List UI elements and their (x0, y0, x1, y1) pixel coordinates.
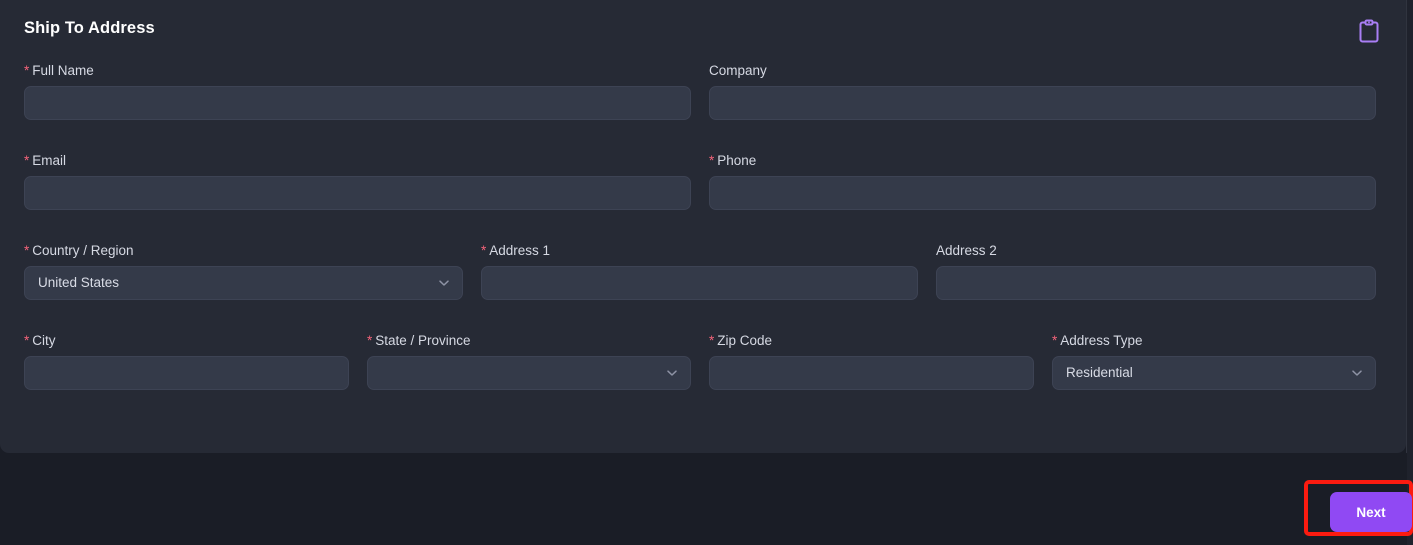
required-asterisk: * (24, 243, 29, 258)
form-footer: Next (0, 453, 1406, 545)
form-row-3: *Country / Region United States *Address… (0, 242, 1406, 332)
field-address-2: Address 2 (936, 242, 1376, 300)
next-button[interactable]: Next (1330, 492, 1412, 532)
field-state-province: *State / Province (367, 332, 691, 390)
field-country-region: *Country / Region United States (24, 242, 463, 300)
input-address-1[interactable] (481, 266, 918, 300)
label-text: Zip Code (717, 333, 772, 348)
input-company[interactable] (709, 86, 1376, 120)
form-row-2: *Email *Phone (0, 152, 1406, 242)
input-email[interactable] (24, 176, 691, 210)
required-asterisk: * (24, 153, 29, 168)
label-text: City (32, 333, 55, 348)
select-value: Residential (1053, 357, 1133, 389)
required-asterisk: * (24, 333, 29, 348)
chevron-down-icon (437, 276, 451, 290)
field-company: Company (709, 62, 1376, 120)
label-zip-code: *Zip Code (709, 332, 1034, 350)
chevron-down-icon (665, 366, 679, 380)
label-city: *City (24, 332, 349, 350)
field-city: *City (24, 332, 349, 390)
label-text: Company (709, 63, 767, 78)
label-text: Address 2 (936, 243, 997, 258)
page-right-gutter (1407, 0, 1413, 545)
input-city[interactable] (24, 356, 349, 390)
input-phone[interactable] (709, 176, 1376, 210)
input-zip-code[interactable] (709, 356, 1034, 390)
input-address-2[interactable] (936, 266, 1376, 300)
label-text: Email (32, 153, 66, 168)
label-email: *Email (24, 152, 691, 170)
select-state-province[interactable] (367, 356, 691, 390)
label-phone: *Phone (709, 152, 1376, 170)
label-full-name: *Full Name (24, 62, 691, 80)
field-phone: *Phone (709, 152, 1376, 210)
field-email: *Email (24, 152, 691, 210)
label-text: Address Type (1060, 333, 1142, 348)
page-title: Ship To Address (24, 16, 1382, 40)
label-address-type: *Address Type (1052, 332, 1376, 350)
label-address-1: *Address 1 (481, 242, 918, 260)
field-address-1: *Address 1 (481, 242, 918, 300)
label-state-province: *State / Province (367, 332, 691, 350)
required-asterisk: * (481, 243, 486, 258)
label-text: Country / Region (32, 243, 133, 258)
ship-to-address-card: Ship To Address *Full Name Company (0, 0, 1406, 453)
label-text: Phone (717, 153, 756, 168)
card-header: Ship To Address (24, 16, 1382, 46)
field-zip-code: *Zip Code (709, 332, 1034, 390)
field-full-name: *Full Name (24, 62, 691, 120)
required-asterisk: * (24, 63, 29, 78)
required-asterisk: * (709, 153, 714, 168)
label-text: Full Name (32, 63, 94, 78)
required-asterisk: * (709, 333, 714, 348)
input-full-name[interactable] (24, 86, 691, 120)
form-row-4: *City *State / Province *Zip Code (0, 332, 1406, 422)
label-text: Address 1 (489, 243, 550, 258)
clipboard-icon[interactable] (1356, 18, 1382, 44)
select-value: United States (25, 267, 119, 299)
label-country-region: *Country / Region (24, 242, 463, 260)
label-company: Company (709, 62, 1376, 80)
select-address-type[interactable]: Residential (1052, 356, 1376, 390)
chevron-down-icon (1350, 366, 1364, 380)
form-row-1: *Full Name Company (0, 62, 1406, 152)
label-text: State / Province (375, 333, 470, 348)
address-form: *Full Name Company *Email *Phon (0, 62, 1406, 422)
label-address-2: Address 2 (936, 242, 1376, 260)
required-asterisk: * (1052, 333, 1057, 348)
field-address-type: *Address Type Residential (1052, 332, 1376, 390)
next-button-highlight: Next (1304, 480, 1413, 536)
required-asterisk: * (367, 333, 372, 348)
select-country-region[interactable]: United States (24, 266, 463, 300)
